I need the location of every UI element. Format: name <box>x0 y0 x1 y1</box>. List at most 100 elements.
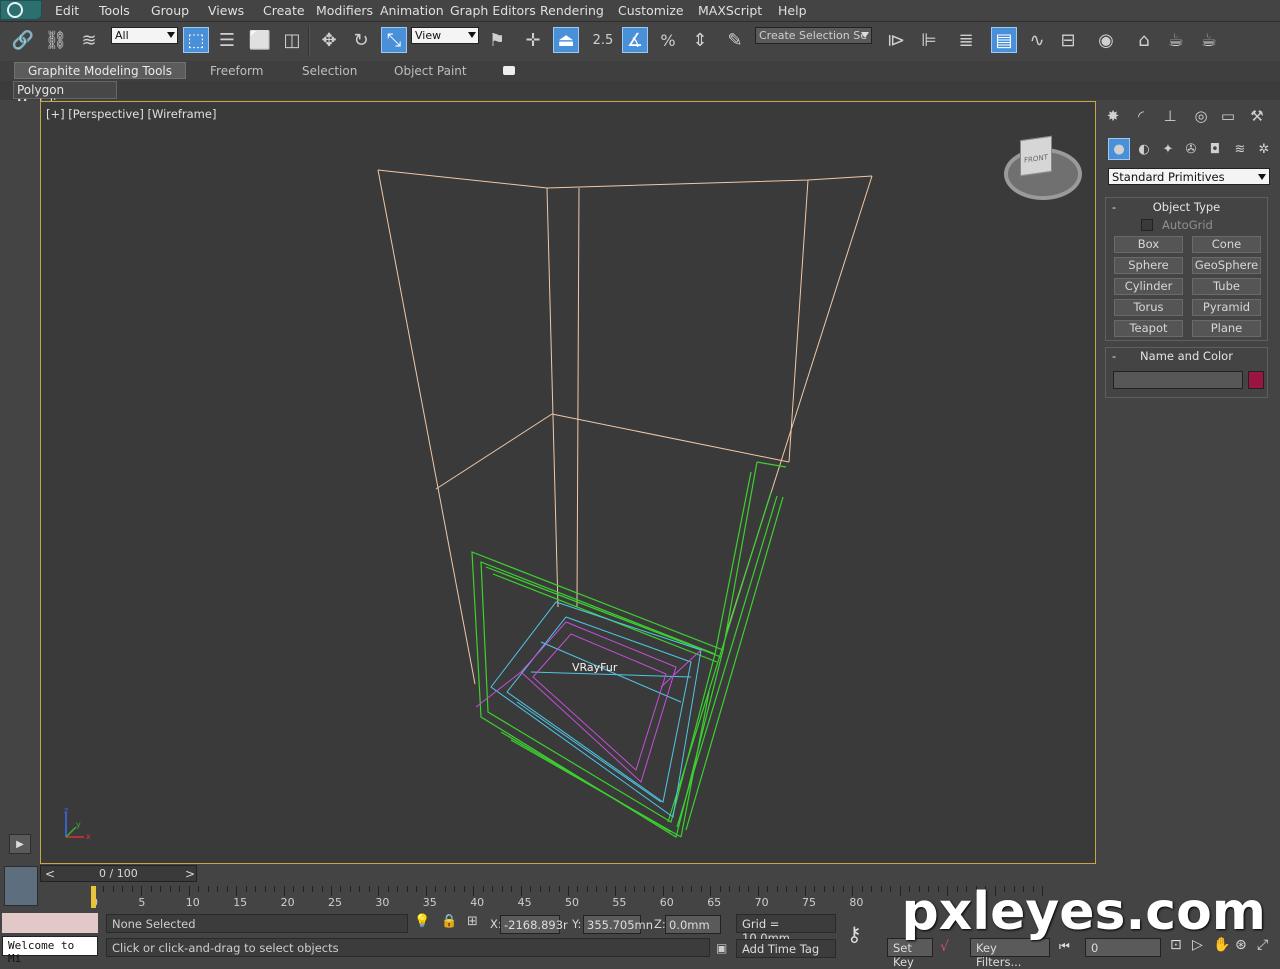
lights-icon[interactable]: ✦ <box>1157 138 1179 160</box>
teapot-button[interactable]: Teapot <box>1114 320 1183 337</box>
utilities-tab-icon[interactable]: ⚒ <box>1245 105 1269 127</box>
object-color-swatch[interactable] <box>1248 371 1264 389</box>
selection-filter-dropdown[interactable]: All <box>111 27 178 44</box>
time-slider[interactable]: < 0 / 100 > <box>40 865 197 882</box>
cameras-icon[interactable]: ✇ <box>1180 138 1202 160</box>
select-and-manipulate-icon[interactable]: ✛ <box>520 27 546 53</box>
tube-button[interactable]: Tube <box>1192 278 1261 295</box>
menu-customize[interactable]: Customize <box>618 3 684 18</box>
geosphere-button[interactable]: GeoSphere <box>1192 257 1261 274</box>
object-type-header[interactable]: - Object Type <box>1106 200 1267 216</box>
curve-editor-icon[interactable]: ∿ <box>1024 27 1050 53</box>
time-next-button[interactable]: > <box>185 867 195 881</box>
window-crossing-icon[interactable]: ◫ <box>279 27 305 53</box>
render-setup-icon[interactable]: ⌂ <box>1131 27 1157 53</box>
plane-button[interactable]: Plane <box>1192 320 1261 337</box>
autogrid-checkbox[interactable] <box>1141 219 1153 231</box>
cylinder-button[interactable]: Cylinder <box>1114 278 1183 295</box>
current-frame-marker[interactable] <box>91 886 96 908</box>
x-coordinate-field[interactable]: -2168.893r <box>500 915 568 934</box>
display-tab-icon[interactable]: ▭ <box>1216 105 1240 127</box>
tab-freeform[interactable]: Freeform <box>210 63 263 81</box>
z-coordinate-field[interactable]: 0.0mm <box>665 915 721 934</box>
menu-animation[interactable]: Animation <box>380 3 444 18</box>
menu-edit[interactable]: Edit <box>55 3 79 18</box>
primitive-category-dropdown[interactable]: Standard Primitives <box>1108 168 1270 185</box>
rollout-minus-icon[interactable]: - <box>1112 349 1116 363</box>
cone-button[interactable]: Cone <box>1192 236 1261 253</box>
edit-named-selection-icon[interactable]: ✎ <box>722 27 748 53</box>
mini-listener-icon[interactable] <box>4 866 38 906</box>
systems-icon[interactable]: ✲ <box>1253 138 1275 160</box>
shapes-icon[interactable]: ◐ <box>1133 138 1155 160</box>
viewport-play-icon[interactable]: ▶ <box>9 834 31 854</box>
mirror-icon[interactable]: ⧐ <box>883 27 909 53</box>
schematic-view-icon[interactable]: ⊟ <box>1055 27 1081 53</box>
menu-rendering[interactable]: Rendering <box>540 3 604 18</box>
material-editor-icon[interactable]: ◉ <box>1093 27 1119 53</box>
named-selection-sets-dropdown[interactable]: Create Selection Se <box>755 27 872 44</box>
time-tag-icon[interactable]: ▣ <box>716 941 727 955</box>
create-tab-icon[interactable]: ✸ <box>1101 105 1125 127</box>
motion-tab-icon[interactable]: ◎ <box>1189 105 1213 127</box>
select-and-scale-icon[interactable]: ⤡ <box>381 27 407 53</box>
add-time-tag-button[interactable]: Add Time Tag <box>736 939 836 958</box>
rollout-minus-icon[interactable]: - <box>1112 200 1116 214</box>
viewport-label[interactable]: [+] [Perspective] [Wireframe] <box>46 107 216 121</box>
menu-graph-editors[interactable]: Graph Editors <box>450 3 536 18</box>
render-production-icon[interactable]: ☕ <box>1196 27 1222 53</box>
spinner-snap-icon[interactable]: ⇕ <box>687 27 713 53</box>
menu-create[interactable]: Create <box>263 3 305 18</box>
reference-coordinate-dropdown[interactable]: View <box>411 27 479 44</box>
tab-graphite-modeling-tools[interactable]: Graphite Modeling Tools <box>14 62 186 79</box>
box-button[interactable]: Box <box>1114 236 1183 253</box>
align-icon[interactable]: ⊫ <box>916 27 942 53</box>
name-color-header[interactable]: - Name and Color <box>1106 349 1267 365</box>
welcome-field[interactable]: Welcome to Mi <box>2 936 98 965</box>
absolute-mode-icon[interactable]: ⊞ <box>467 914 478 929</box>
bind-to-space-warp-icon[interactable]: ≋ <box>76 27 102 53</box>
percent-snap-icon[interactable]: % <box>655 27 681 53</box>
set-key-mode-icon[interactable]: ⚷ <box>847 922 862 946</box>
app-logo-icon[interactable] <box>0 0 42 20</box>
maxscript-listener-area[interactable] <box>2 913 98 933</box>
modify-tab-icon[interactable]: ◜ <box>1129 105 1153 127</box>
rendered-frame-window-icon[interactable]: ☕ <box>1163 27 1189 53</box>
graphite-toggle-icon[interactable]: ▤ <box>991 27 1017 53</box>
layer-manager-icon[interactable]: ≣ <box>953 27 979 53</box>
menu-views[interactable]: Views <box>208 3 244 18</box>
polygon-modeling-panel[interactable]: Polygon Modeling <box>13 81 117 111</box>
object-name-input[interactable] <box>1113 371 1243 389</box>
viewcube-icon[interactable]: FRONT <box>1020 135 1052 177</box>
menu-tools[interactable]: Tools <box>99 3 130 18</box>
hierarchy-tab-icon[interactable]: ⊥ <box>1158 105 1182 127</box>
select-by-name-icon[interactable]: ☰ <box>214 27 240 53</box>
select-and-link-icon[interactable]: 🔗 <box>10 27 36 53</box>
helpers-icon[interactable]: ◘ <box>1204 138 1226 160</box>
y-coordinate-field[interactable]: 355.705mn <box>583 915 653 934</box>
perspective-viewport[interactable] <box>40 101 1096 864</box>
use-pivot-center-icon[interactable]: ⚑ <box>484 27 510 53</box>
unlink-icon[interactable]: ⛓ <box>43 27 69 53</box>
torus-button[interactable]: Torus <box>1114 299 1183 316</box>
menu-maxscript[interactable]: MAXScript <box>698 3 762 18</box>
tab-selection[interactable]: Selection <box>302 63 357 81</box>
sphere-button[interactable]: Sphere <box>1114 257 1183 274</box>
select-and-rotate-icon[interactable]: ↻ <box>348 27 374 53</box>
isolate-selection-icon[interactable]: 💡 <box>414 914 430 929</box>
pyramid-button[interactable]: Pyramid <box>1192 299 1261 316</box>
menu-group[interactable]: Group <box>151 3 189 18</box>
snaps-toggle-icon[interactable]: 2.5 <box>590 27 616 53</box>
time-prev-button[interactable]: < <box>45 867 55 881</box>
menu-help[interactable]: Help <box>778 3 807 18</box>
keyboard-shortcut-override-icon[interactable]: ⏏ <box>553 27 579 53</box>
selection-lock-icon[interactable]: 🔒 <box>441 914 457 929</box>
angle-snap-icon[interactable]: ∡ <box>622 27 648 53</box>
geometry-icon[interactable]: ● <box>1108 138 1130 160</box>
space-warps-icon[interactable]: ≋ <box>1229 138 1251 160</box>
select-and-move-icon[interactable]: ✥ <box>316 27 342 53</box>
tab-object-paint[interactable]: Object Paint <box>394 63 467 81</box>
rectangular-selection-icon[interactable]: ⬜ <box>247 27 273 53</box>
ribbon-options-icon[interactable] <box>503 66 515 75</box>
menu-modifiers[interactable]: Modifiers <box>316 3 373 18</box>
